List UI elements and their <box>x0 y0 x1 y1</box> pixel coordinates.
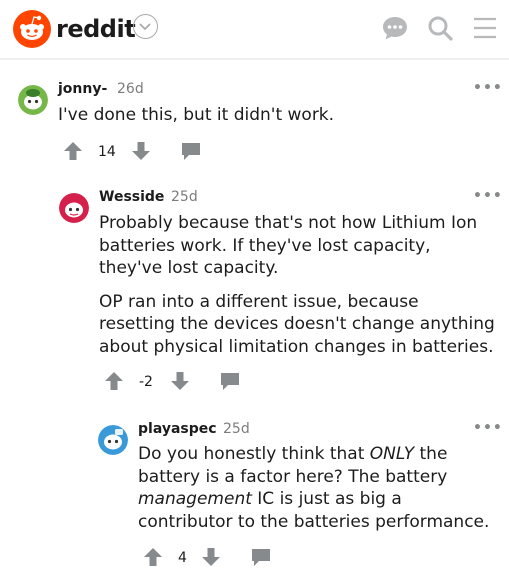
menu-icon[interactable] <box>471 14 499 46</box>
comment-paragraph: Probably because that's not how Lithium … <box>99 213 478 278</box>
comment-body: Do you honestly think that ONLY the batt… <box>138 443 498 533</box>
upvote-icon[interactable] <box>103 370 125 396</box>
comment-age: 25d <box>171 189 198 205</box>
comment-body: I've done this, but it didn't work. <box>58 104 498 127</box>
upvote-icon[interactable] <box>142 546 164 572</box>
comment-age: 26d <box>117 81 144 97</box>
comment-paragraph: Do you honestly think that ONLY the batt… <box>138 443 498 533</box>
avatar[interactable] <box>18 85 48 115</box>
comment-actions: 14 <box>62 140 212 166</box>
more-options-icon[interactable]: ••• <box>473 188 503 204</box>
vote-score: 4 <box>178 550 187 566</box>
reddit-logo-icon[interactable] <box>13 10 51 48</box>
comment-paragraph: OP ran into a different issue, because r… <box>99 291 495 357</box>
downvote-icon[interactable] <box>130 140 152 166</box>
comment-actions: -2 <box>103 370 253 396</box>
chat-icon[interactable] <box>381 14 409 46</box>
reply-icon[interactable] <box>180 140 202 166</box>
emphasis-text: ONLY <box>369 444 415 464</box>
downvote-icon[interactable] <box>200 546 222 572</box>
comment-username[interactable]: jonny- <box>58 81 107 97</box>
downvote-icon[interactable] <box>169 370 191 396</box>
reply-icon[interactable] <box>219 370 241 396</box>
app-header: reddit <box>0 0 509 58</box>
comment-body: Probably because that's not how Lithium … <box>99 212 497 358</box>
reply-icon[interactable] <box>250 546 272 572</box>
comment-username[interactable]: Wesside <box>99 189 164 205</box>
comment-actions: 4 <box>142 546 292 572</box>
upvote-icon[interactable] <box>62 140 84 166</box>
more-options-icon[interactable]: ••• <box>473 420 503 436</box>
avatar[interactable] <box>59 193 89 223</box>
avatar[interactable] <box>98 425 128 455</box>
comment-paragraph: I've done this, but it didn't work. <box>58 105 335 125</box>
more-options-icon[interactable]: ••• <box>473 80 503 96</box>
vote-score: 14 <box>98 144 116 160</box>
comment-username[interactable]: playaspec <box>138 421 217 437</box>
header-divider <box>0 58 509 60</box>
comment-age: 25d <box>223 421 250 437</box>
reddit-wordmark[interactable]: reddit <box>56 15 136 43</box>
text-run: Do you honestly think that <box>138 444 370 464</box>
search-icon[interactable] <box>426 14 454 46</box>
vote-score: -2 <box>139 374 153 390</box>
chevron-down-icon[interactable] <box>133 14 158 39</box>
emphasis-text: management <box>138 489 252 509</box>
